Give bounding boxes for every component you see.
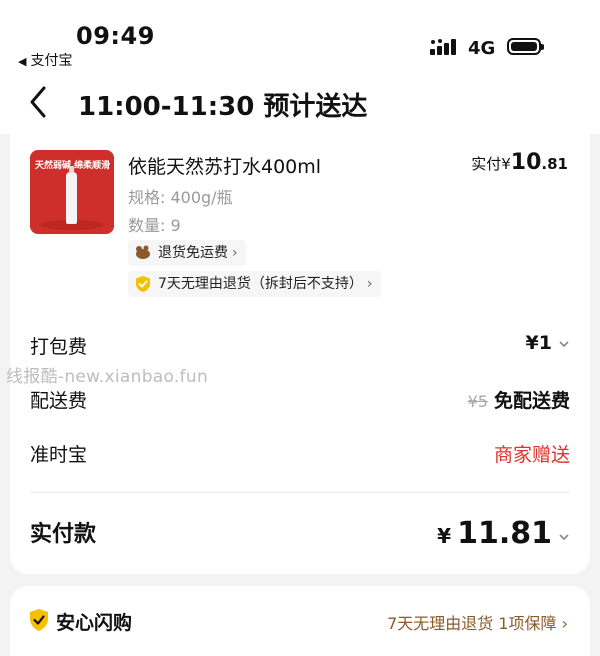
product-quantity: 数量: 9 <box>128 216 181 235</box>
back-to-app-link[interactable]: ◀ 支付宝 <box>18 50 72 70</box>
ontime-label: 准时宝 <box>30 444 88 466</box>
page-title: 11:00-11:30 预计送达 <box>78 92 368 122</box>
packing-fee-label: 打包费 <box>30 336 88 358</box>
total-value: ¥11.81 <box>437 516 570 551</box>
paid-label: 实付 <box>471 155 502 173</box>
tag-label: 7天无理由退货（拆封后不支持） <box>158 276 363 292</box>
ontime-guarantee-row: 准时宝 商家赠送 <box>30 440 570 470</box>
bottle-image <box>66 166 77 224</box>
product-thumbnail[interactable]: 天然弱碱 绵柔顺滑 <box>30 150 114 234</box>
packing-fee-value: ¥1 <box>526 332 570 354</box>
guarantee-link[interactable]: 7天无理由退货 1项保障 › <box>387 610 568 634</box>
product-name[interactable]: 依能天然苏打水400ml <box>128 152 321 179</box>
shield-check-icon <box>30 609 48 631</box>
chevron-right-icon: › <box>366 276 373 292</box>
divider <box>30 492 570 493</box>
order-card: 天然弱碱 绵柔顺滑 依能天然苏打水400ml 规格: 400g/瓶 数量: 9 … <box>10 134 590 574</box>
assurance-title: 安心闪购 <box>56 612 133 634</box>
chevron-down-icon <box>559 534 569 541</box>
free-return-shipping-tag[interactable]: 退货免运费 › <box>128 240 246 266</box>
return-shipping-icon <box>136 245 150 259</box>
network-type: 4G <box>468 38 496 59</box>
free-shipping-text: 免配送费 <box>493 390 570 412</box>
shipping-fee-label: 配送费 <box>30 390 88 412</box>
back-chevron-icon[interactable] <box>24 84 54 120</box>
total-amount: 11.81 <box>457 516 552 551</box>
chevron-right-icon: › <box>232 245 238 261</box>
status-bar: 09:49 ◀ 支付宝 4G <box>0 0 600 72</box>
product-paid-price: 实付¥10.81 <box>471 150 568 175</box>
total-paid-row[interactable]: 实付款 ¥11.81 <box>30 516 570 552</box>
product-spec: 规格: 400g/瓶 <box>128 188 233 207</box>
chevron-down-icon <box>559 340 569 347</box>
nav-bar: 11:00-11:30 预计送达 <box>0 72 600 134</box>
paid-int: 10 <box>510 150 542 175</box>
shipping-original-price: ¥5 <box>467 392 488 411</box>
tag-label: 退货免运费 <box>158 245 228 261</box>
back-app-label: 支付宝 <box>30 53 73 69</box>
battery-icon <box>507 38 544 55</box>
shipping-fee-row: 配送费 ¥5 免配送费 <box>30 386 570 416</box>
signal-icon <box>430 39 456 55</box>
total-label: 实付款 <box>30 522 97 547</box>
packing-fee-amount: ¥1 <box>525 332 552 354</box>
paid-dec: .81 <box>541 155 568 173</box>
ontime-value: 商家赠送 <box>493 444 570 466</box>
seven-day-return-tag[interactable]: 7天无理由退货（拆封后不支持） › <box>128 271 381 297</box>
shipping-fee-value: ¥5 免配送费 <box>468 386 570 413</box>
back-triangle-icon: ◀ <box>18 55 27 68</box>
shield-check-icon <box>136 276 150 292</box>
packing-fee-row[interactable]: 打包费 ¥1 <box>30 332 570 362</box>
assurance-card[interactable]: 安心闪购 7天无理由退货 1项保障 › <box>10 586 590 656</box>
paid-currency: ¥ <box>501 155 511 173</box>
watermark-text: 线报酷-new.xianbao.fun <box>6 367 209 387</box>
total-currency: ¥ <box>437 524 452 548</box>
status-time: 09:49 <box>76 22 155 50</box>
